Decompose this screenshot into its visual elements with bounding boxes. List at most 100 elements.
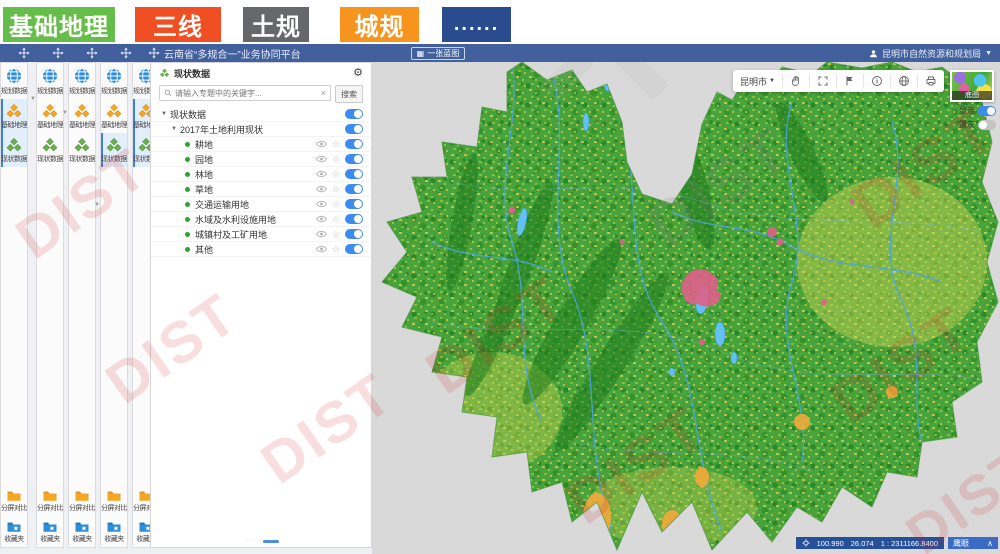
layer-toggle[interactable]: [345, 124, 363, 134]
horizontal-scrollbar[interactable]: [263, 540, 279, 543]
city-selector[interactable]: 昆明市 ▼: [733, 74, 782, 88]
layer-row[interactable]: 园地 ☆: [151, 152, 371, 167]
sidebar-item-basic-geography[interactable]: 基础地理: [37, 99, 63, 133]
zoom-extent-button[interactable]: [809, 74, 836, 88]
layer-toggle[interactable]: [345, 229, 363, 239]
sidebar-item-basic-geography[interactable]: 基础地理: [101, 99, 127, 133]
grid-icon: ▦: [417, 49, 425, 58]
show-toggle[interactable]: [978, 106, 996, 116]
sidebar-item-planning-data[interactable]: 规划数据: [1, 63, 27, 99]
basemap-thumbnail[interactable]: 底图: [950, 70, 994, 102]
tab-land-plan[interactable]: 土规: [243, 7, 309, 42]
one-blueprint-button[interactable]: ▦ 一张蓝图: [411, 47, 466, 60]
compass-icon[interactable]: [86, 47, 98, 59]
sidebar-item-split-compare[interactable]: 分屏对比: [69, 485, 95, 516]
layer-toggle[interactable]: [345, 199, 363, 209]
tab-urban-plan[interactable]: 城规: [340, 7, 419, 42]
layer-row[interactable]: 城镇村及工矿用地 ☆: [151, 227, 371, 242]
sidebar-item-split-compare[interactable]: 分屏对比: [37, 485, 63, 516]
sidebar-column: 规划数据 基础地理 现状数据 分屏对比 收藏夹: [68, 62, 96, 548]
sidebar-item-planning-data[interactable]: 规划数据: [69, 63, 95, 99]
layer-status-dot: [185, 217, 190, 222]
gray-toggle[interactable]: [978, 120, 996, 130]
layer-row[interactable]: 草地 ☆: [151, 182, 371, 197]
compass-icon[interactable]: [52, 47, 64, 59]
flag-icon: [844, 75, 856, 87]
favorite-star-icon[interactable]: ☆: [332, 185, 340, 194]
globe-tool-button[interactable]: [890, 74, 917, 88]
layer-toggle[interactable]: [345, 214, 363, 224]
eagle-eye-toggle[interactable]: 鹰眼 ∧: [948, 537, 998, 549]
tab-more[interactable]: ......: [442, 7, 511, 42]
opacity-eye-icon[interactable]: [316, 200, 327, 208]
cubes-orange-icon: [73, 103, 91, 119]
layer-toggle[interactable]: [345, 169, 363, 179]
sidebar-item-split-compare[interactable]: 分屏对比: [101, 485, 127, 516]
map-canvas[interactable]: 昆明市 ▼ 底图: [372, 62, 1000, 554]
favorite-star-icon[interactable]: ☆: [332, 155, 340, 164]
opacity-eye-icon[interactable]: [316, 155, 327, 163]
header-compass-group: [18, 47, 132, 59]
tab-basic-geography[interactable]: 基础地理: [3, 7, 115, 42]
sidebar-item-favorites[interactable]: 收藏夹: [37, 516, 63, 547]
layer-row[interactable]: 耕地 ☆: [151, 137, 371, 152]
layer-toggle[interactable]: [345, 139, 363, 149]
sidebar-item-current-data[interactable]: 现状数据: [69, 133, 95, 167]
top-tab-bar: 基础地理 三线 土规 城规 ......: [0, 0, 1000, 44]
map-toolbar: 昆明市 ▼: [733, 70, 944, 92]
favorite-star-icon[interactable]: ☆: [332, 140, 340, 149]
favorite-star-icon[interactable]: ☆: [332, 200, 340, 209]
opacity-eye-icon[interactable]: [316, 245, 327, 253]
sidebar-item-current-data[interactable]: 现状数据: [101, 133, 127, 167]
layer-row[interactable]: 林地 ☆: [151, 167, 371, 182]
sidebar-item-planning-data[interactable]: 规划数据: [101, 63, 127, 99]
layer-toggle[interactable]: [345, 244, 363, 254]
layer-status-dot: [185, 187, 190, 192]
layer-toggle[interactable]: [345, 184, 363, 194]
favorite-star-icon[interactable]: ☆: [332, 245, 340, 254]
opacity-eye-icon[interactable]: [316, 230, 327, 238]
search-button[interactable]: 搜索: [335, 85, 363, 103]
compass-icon[interactable]: [120, 47, 132, 59]
caret-down-icon[interactable]: ▼: [171, 126, 177, 132]
flag-marker-button[interactable]: [836, 74, 863, 88]
favorite-star-icon[interactable]: ☆: [332, 170, 340, 179]
favorite-star-icon[interactable]: ☆: [332, 230, 340, 239]
favorite-star-icon[interactable]: ☆: [332, 215, 340, 224]
sidebar-item-basic-geography[interactable]: 基础地理: [69, 99, 95, 133]
caret-down-icon[interactable]: ▼: [161, 111, 167, 117]
sidebar-item-label: 规划数据: [69, 86, 95, 96]
folder-orange-icon: [106, 489, 122, 502]
clear-icon[interactable]: ×: [321, 89, 326, 98]
layer-toggle[interactable]: [345, 154, 363, 164]
tree-root-row: ▼ 现状数据: [151, 107, 371, 122]
layer-row[interactable]: 交通运输用地 ☆: [151, 197, 371, 212]
print-button[interactable]: [917, 74, 944, 88]
sidebar-item-current-data[interactable]: 现状数据: [1, 133, 27, 167]
opacity-eye-icon[interactable]: [316, 185, 327, 193]
layer-toggle[interactable]: [345, 109, 363, 119]
sidebar-item-split-compare[interactable]: 分屏对比: [1, 485, 27, 516]
sidebar-item-favorites[interactable]: 收藏夹: [101, 516, 127, 547]
sidebar-item-planning-data[interactable]: 规划数据: [37, 63, 63, 99]
sidebar-item-current-data[interactable]: 现状数据: [37, 133, 63, 167]
layer-row[interactable]: 水域及水利设施用地 ☆: [151, 212, 371, 227]
sidebar-item-label: 分屏对比: [1, 503, 27, 513]
layer-row[interactable]: 其他 ☆: [151, 242, 371, 257]
gear-icon[interactable]: ⚙: [353, 68, 363, 79]
sidebar-item-favorites[interactable]: 收藏夹: [69, 516, 95, 547]
cubes-green-icon: [73, 137, 91, 153]
tab-three-lines[interactable]: 三线: [135, 7, 221, 42]
opacity-eye-icon[interactable]: [316, 170, 327, 178]
info-button[interactable]: [863, 74, 890, 88]
search-input[interactable]: [175, 89, 318, 98]
sidebar-item-favorites[interactable]: 收藏夹: [1, 516, 27, 547]
sidebar-item-label: 规划数据: [37, 86, 63, 96]
sidebar-item-basic-geography[interactable]: 基础地理: [1, 99, 27, 133]
scroll-dots: · ·: [247, 537, 252, 543]
opacity-eye-icon[interactable]: [316, 215, 327, 223]
compass-icon[interactable]: [18, 47, 30, 59]
pan-hand-button[interactable]: [782, 74, 809, 88]
user-menu[interactable]: 昆明市自然资源和规划局 ▼: [869, 47, 992, 60]
opacity-eye-icon[interactable]: [316, 140, 327, 148]
